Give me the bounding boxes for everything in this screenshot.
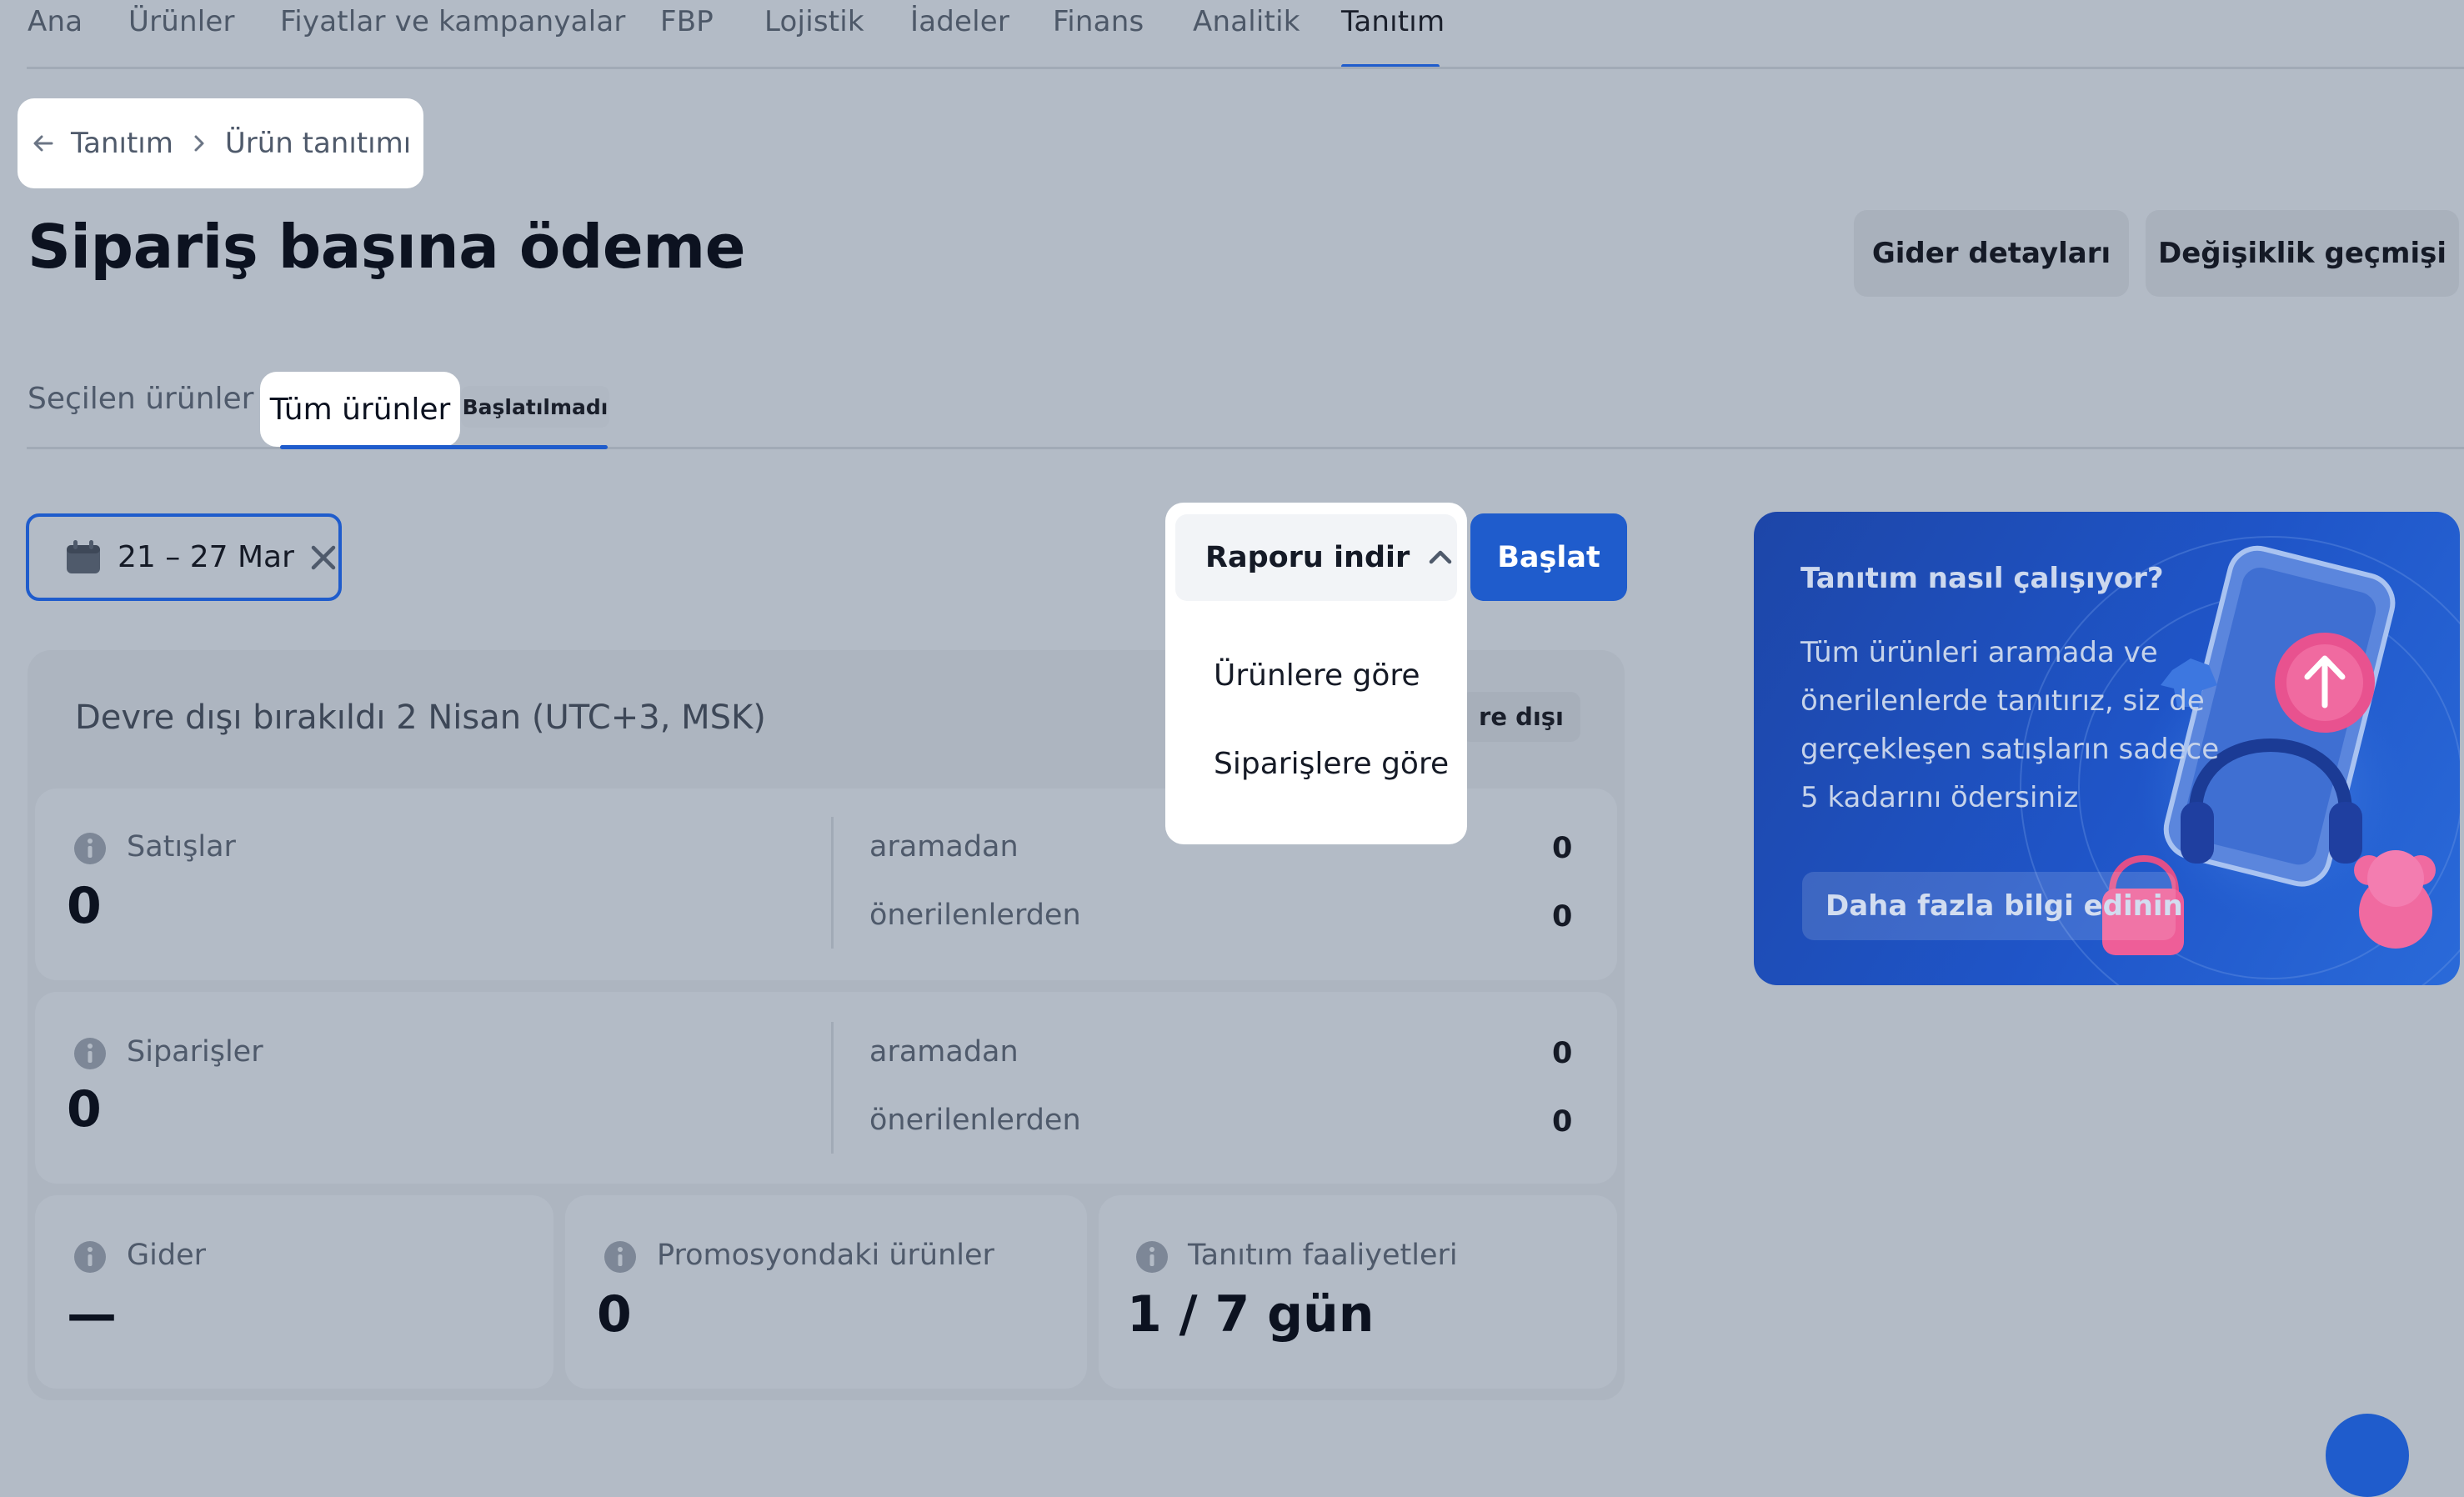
expense-value: — [67, 1285, 117, 1344]
orders-from-search-value: 0 [1552, 1037, 1573, 1070]
tab-all-products[interactable]: Tüm ürünler [260, 372, 460, 447]
nav-item-logistics[interactable]: Lojistik [764, 5, 864, 38]
orders-metric-panel [35, 992, 1617, 1184]
orders-from-search-label: aramadan [869, 1035, 1019, 1069]
info-icon[interactable] [1135, 1240, 1169, 1274]
nav-item-analytics[interactable]: Analitik [1193, 5, 1300, 38]
floating-help-button[interactable] [2326, 1414, 2409, 1497]
chevron-up-icon [1428, 548, 1453, 567]
top-navigation: Ana Ürünler Fiyatlar ve kampanyalar FBP … [0, 0, 2464, 70]
page-title: Sipariş başına ödeme [28, 212, 746, 282]
orders-from-recommended-label: önerilenlerden [869, 1104, 1081, 1137]
orders-label: Siparişler [127, 1035, 263, 1069]
learn-more-button[interactable]: Daha fazla bilgi edinin [1802, 872, 2183, 940]
promo-title: Tanıtım nasıl çalışıyor? [1800, 562, 2164, 595]
nav-item-prices-campaigns[interactable]: Fiyatlar ve kampanyalar [280, 5, 626, 38]
sales-from-search-label: aramadan [869, 830, 1019, 864]
start-button[interactable]: Başlat [1470, 513, 1627, 601]
orders-value: 0 [67, 1080, 102, 1139]
dropdown-option-by-products[interactable]: Ürünlere göre [1214, 658, 1420, 693]
promo-products-value: 0 [597, 1285, 632, 1344]
change-history-button[interactable]: Değişiklik geçmişi [2146, 210, 2459, 297]
status-title: Devre dışı bırakıldı 2 Nisan (UTC+3, MSK… [75, 698, 766, 737]
info-icon[interactable] [603, 1240, 637, 1274]
promo-activity-value: 1 / 7 gün [1127, 1285, 1375, 1344]
sales-from-recommended-value: 0 [1552, 900, 1573, 934]
sales-from-recommended-label: önerilenlerden [869, 899, 1081, 932]
report-dropdown: Raporu indir Ürünlere göre Siparişlere g… [1165, 503, 1467, 844]
calendar-icon [64, 539, 103, 576]
info-icon[interactable] [73, 1240, 107, 1274]
nav-item-promotion[interactable]: Tanıtım [1341, 5, 1445, 38]
info-icon[interactable] [73, 832, 107, 865]
sales-from-search-value: 0 [1552, 832, 1573, 865]
nav-item-fbp[interactable]: FBP [660, 5, 714, 38]
date-range-value: 21 – 27 Mar [118, 540, 294, 574]
nav-item-finance[interactable]: Finans [1053, 5, 1144, 38]
nav-item-products[interactable]: Ürünler [128, 5, 235, 38]
date-range-field[interactable]: 21 – 27 Mar [26, 513, 342, 601]
tab-active-indicator [280, 445, 608, 449]
nav-item-home[interactable]: Ana [28, 5, 83, 38]
sales-divider [831, 817, 834, 949]
back-arrow-icon[interactable] [29, 129, 58, 158]
breadcrumb: Tanıtım Ürün tanıtımı [18, 98, 423, 188]
promo-products-label: Promosyondaki ürünler [657, 1239, 994, 1272]
download-report-button[interactable]: Raporu indir [1175, 514, 1457, 601]
close-icon[interactable] [309, 543, 338, 572]
breadcrumb-parent[interactable]: Tanıtım [71, 127, 173, 160]
orders-from-recommended-value: 0 [1552, 1105, 1573, 1139]
orders-divider [831, 1022, 834, 1154]
promo-body: Tüm ürünleri aramada ve önerilenlerde ta… [1800, 636, 2220, 814]
chevron-right-icon [190, 133, 208, 154]
tab-status-badge: Başlatılmadı [461, 386, 609, 428]
nav-divider [27, 67, 2464, 69]
sales-label: Satışlar [127, 830, 236, 864]
expense-details-button[interactable]: Gider detayları [1854, 210, 2129, 297]
info-icon[interactable] [73, 1037, 107, 1070]
status-badge: re dışı [1460, 692, 1580, 742]
promo-activity-label: Tanıtım faaliyetleri [1188, 1239, 1458, 1272]
dropdown-option-by-orders[interactable]: Siparişlere göre [1214, 747, 1449, 781]
tab-selected-products[interactable]: Seçilen ürünler [28, 382, 253, 416]
promo-info-card: Tanıtım nasıl çalışıyor? Tüm ürünleri ar… [1754, 512, 2460, 985]
nav-item-returns[interactable]: İadeler [910, 5, 1009, 38]
breadcrumb-current: Ürün tanıtımı [224, 127, 412, 160]
promo-products-metric-panel [565, 1195, 1087, 1389]
download-report-label: Raporu indir [1205, 541, 1410, 574]
sales-value: 0 [67, 877, 102, 935]
expense-label: Gider [127, 1239, 206, 1272]
